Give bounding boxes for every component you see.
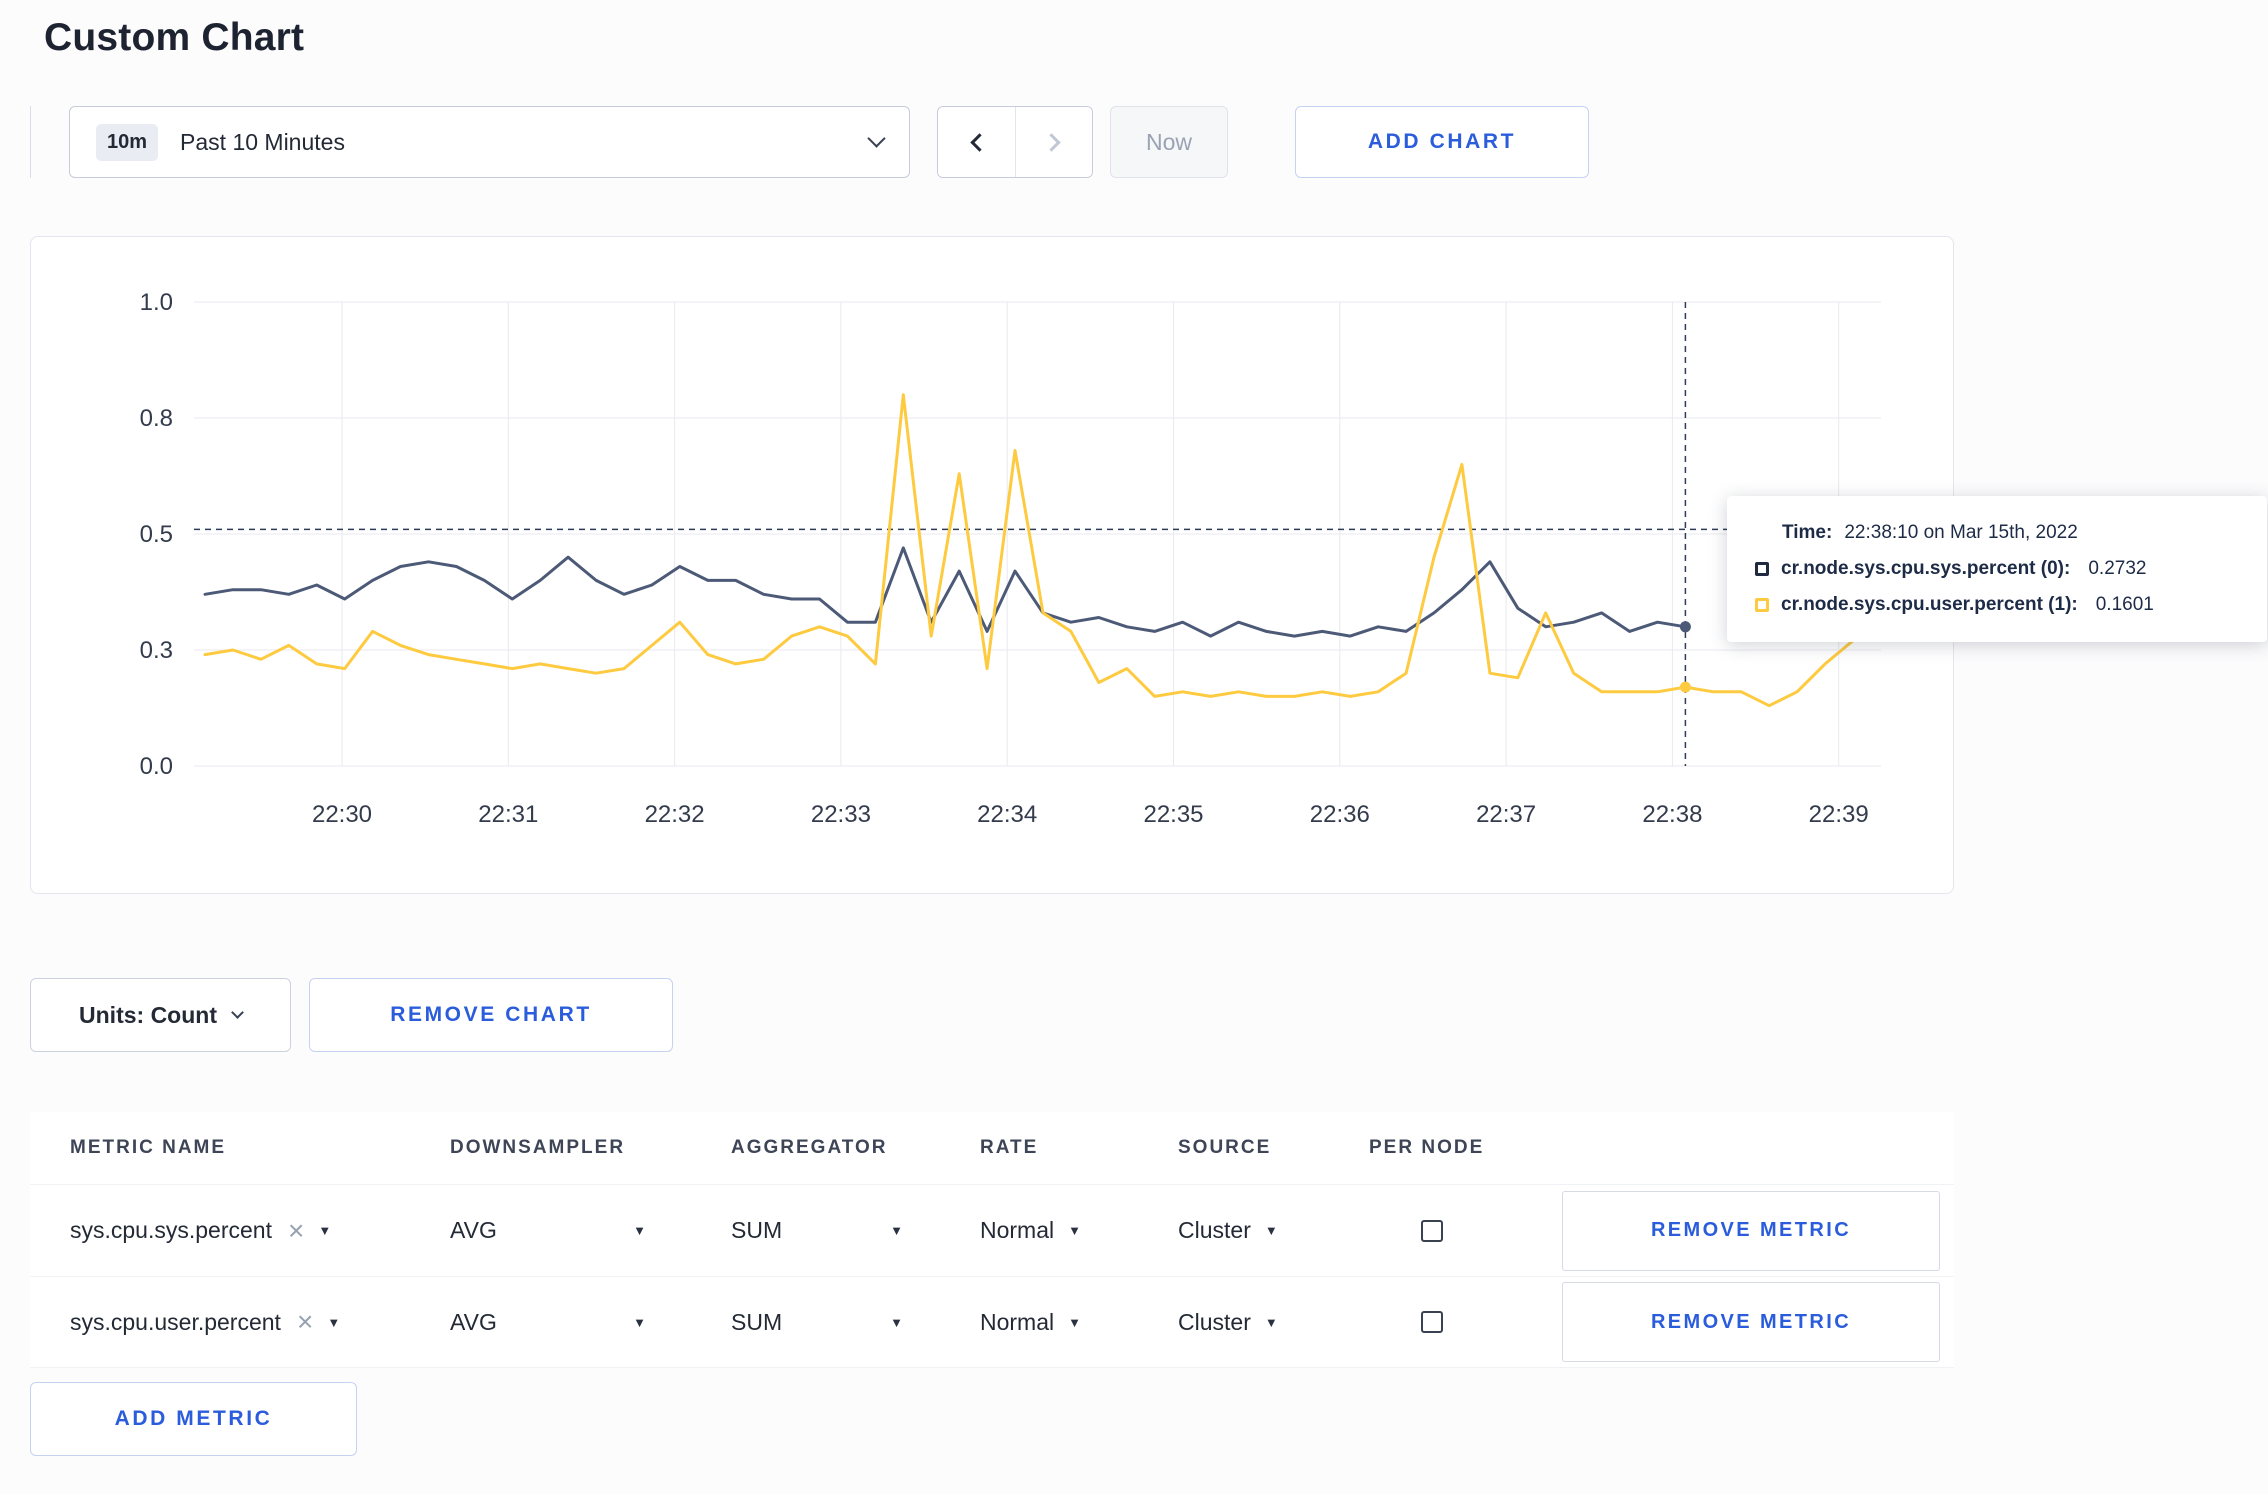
chevron-right-icon [1042, 132, 1061, 152]
source-select[interactable]: Cluster ▼ [1178, 1217, 1369, 1244]
tooltip-series-row: cr.node.sys.cpu.sys.percent (0): 0.2732 [1755, 558, 2239, 580]
svg-text:0.3: 0.3 [140, 637, 173, 664]
downsampler-select[interactable]: AVG ▼ [450, 1309, 731, 1336]
aggregator-value: SUM [731, 1217, 783, 1243]
time-range-dropdown[interactable]: 10m Past 10 Minutes [69, 106, 910, 178]
aggregator-value: SUM [731, 1308, 783, 1335]
svg-text:22:31: 22:31 [478, 801, 538, 828]
svg-text:22:35: 22:35 [1143, 801, 1203, 828]
source-value: Cluster [1178, 1308, 1251, 1335]
column-header-aggregator: AGGREGATOR [731, 1137, 888, 1158]
add-chart-button[interactable]: ADD CHART [1295, 106, 1589, 178]
cpu-usage-chart[interactable]: 1.0 0.8 0.5 0.3 0.0 22:30 22:31 22:32 22:33 22:34… [31, 237, 1955, 895]
now-button[interactable]: Now [1110, 106, 1228, 178]
caret-down-icon: ▼ [890, 1314, 903, 1330]
aggregator-select[interactable]: SUM ▼ [731, 1217, 980, 1244]
page-title: Custom Chart [44, 16, 305, 59]
svg-text:22:36: 22:36 [1310, 801, 1370, 828]
series-swatch-icon [1755, 562, 1769, 576]
column-header-rate: RATE [980, 1137, 1039, 1158]
toolbar-divider [30, 106, 31, 178]
svg-text:1.0: 1.0 [140, 289, 173, 316]
time-back-button[interactable] [938, 107, 1015, 177]
column-header-downsampler: DOWNSAMPLER [450, 1137, 626, 1158]
column-header-per-node: PER NODE [1369, 1137, 1485, 1158]
remove-chart-button[interactable]: REMOVE CHART [309, 978, 673, 1052]
per-node-checkbox[interactable] [1421, 1219, 1443, 1242]
chevron-down-icon [867, 128, 886, 148]
table-header-row: METRIC NAME DOWNSAMPLER AGGREGATOR RATE … [30, 1112, 1954, 1184]
rate-select[interactable]: Normal ▼ [980, 1217, 1178, 1244]
units-label: Units: Count [79, 1001, 217, 1028]
chart-panel: 1.0 0.8 0.5 0.3 0.0 22:30 22:31 22:32 22:33 22:34… [30, 236, 2267, 895]
tooltip-series-value: 0.1601 [2095, 594, 2154, 615]
svg-text:22:38: 22:38 [1642, 801, 1702, 828]
caret-down-icon: ▼ [318, 1223, 332, 1238]
metric-select[interactable]: sys.cpu.user.percent × ▼ [70, 1308, 450, 1336]
table-row: sys.cpu.user.percent × ▼ AVG ▼ SUM ▼ Nor… [30, 1276, 1954, 1368]
tooltip-time-label: Time: [1782, 522, 1833, 543]
remove-metric-button[interactable]: REMOVE METRIC [1562, 1190, 1940, 1271]
svg-text:22:34: 22:34 [977, 801, 1037, 828]
add-metric-button[interactable]: ADD METRIC [30, 1382, 357, 1456]
per-node-cell [1369, 1219, 1562, 1242]
clear-icon[interactable]: × [288, 1216, 304, 1245]
svg-text:0.5: 0.5 [140, 521, 173, 548]
tooltip-series-label: cr.node.sys.cpu.sys.percent (0): [1781, 558, 2071, 579]
tooltip-series-value: 0.2732 [2088, 558, 2147, 579]
caret-down-icon: ▼ [1264, 1314, 1278, 1330]
chevron-left-icon [969, 132, 989, 152]
svg-text:0.8: 0.8 [140, 405, 173, 432]
svg-text:22:37: 22:37 [1476, 801, 1536, 828]
time-nav-group [937, 106, 1093, 178]
rate-value: Normal [980, 1217, 1055, 1243]
metric-select[interactable]: sys.cpu.sys.percent × ▼ [70, 1216, 450, 1245]
time-range-label: Past 10 Minutes [180, 128, 345, 155]
time-range-badge: 10m [96, 123, 159, 161]
actions-cell: REMOVE METRIC [1562, 1190, 1954, 1271]
tooltip-time-value: 22:38:10 on Mar 15th, 2022 [1844, 522, 2078, 543]
column-header-metric-name: METRIC NAME [70, 1137, 227, 1158]
chart-controls-row: Units: Count REMOVE CHART [30, 978, 2268, 1052]
aggregator-select[interactable]: SUM ▼ [731, 1309, 980, 1336]
tooltip-series-row: cr.node.sys.cpu.user.percent (1): 0.1601 [1755, 594, 2239, 616]
toolbar: 10m Past 10 Minutes Now ADD CHART [30, 106, 2268, 178]
remove-metric-button[interactable]: REMOVE METRIC [1562, 1282, 1940, 1362]
series-swatch-icon [1755, 598, 1769, 612]
per-node-cell [1369, 1311, 1562, 1333]
tooltip-time-row: Time: 22:38:10 on Mar 15th, 2022 [1782, 522, 2239, 544]
caret-down-icon: ▼ [633, 1314, 646, 1330]
metric-name: sys.cpu.sys.percent [70, 1217, 272, 1243]
table-row: sys.cpu.sys.percent × ▼ AVG ▼ SUM ▼ Norm… [30, 1184, 1954, 1276]
source-value: Cluster [1178, 1217, 1251, 1243]
metric-name: sys.cpu.user.percent [70, 1308, 281, 1335]
svg-text:22:32: 22:32 [645, 801, 705, 828]
caret-down-icon: ▼ [1068, 1223, 1081, 1238]
source-select[interactable]: Cluster ▼ [1178, 1309, 1369, 1336]
svg-text:22:33: 22:33 [811, 801, 871, 828]
downsampler-value: AVG [450, 1308, 497, 1335]
actions-cell: REMOVE METRIC [1562, 1282, 1954, 1362]
downsampler-select[interactable]: AVG ▼ [450, 1217, 731, 1244]
column-header-source: SOURCE [1178, 1137, 1272, 1158]
svg-text:22:30: 22:30 [312, 801, 372, 828]
rate-value: Normal [980, 1308, 1055, 1335]
caret-down-icon: ▼ [1264, 1223, 1278, 1238]
tooltip-series-label: cr.node.sys.cpu.user.percent (1): [1781, 594, 2078, 615]
chart-tooltip: Time: 22:38:10 on Mar 15th, 2022 cr.node… [1727, 496, 2267, 642]
units-dropdown[interactable]: Units: Count [30, 978, 291, 1052]
chevron-down-icon [231, 1005, 244, 1019]
caret-down-icon: ▼ [1068, 1314, 1081, 1330]
rate-select[interactable]: Normal ▼ [980, 1309, 1178, 1336]
svg-text:0.0: 0.0 [140, 753, 173, 780]
downsampler-value: AVG [450, 1217, 497, 1243]
caret-down-icon: ▼ [890, 1223, 903, 1238]
time-forward-button[interactable] [1015, 107, 1092, 177]
per-node-checkbox[interactable] [1421, 1311, 1443, 1333]
svg-text:22:39: 22:39 [1809, 801, 1869, 828]
metrics-table: METRIC NAME DOWNSAMPLER AGGREGATOR RATE … [30, 1112, 1954, 1368]
clear-icon[interactable]: × [297, 1308, 313, 1336]
caret-down-icon: ▼ [633, 1223, 646, 1238]
caret-down-icon: ▼ [327, 1314, 341, 1330]
